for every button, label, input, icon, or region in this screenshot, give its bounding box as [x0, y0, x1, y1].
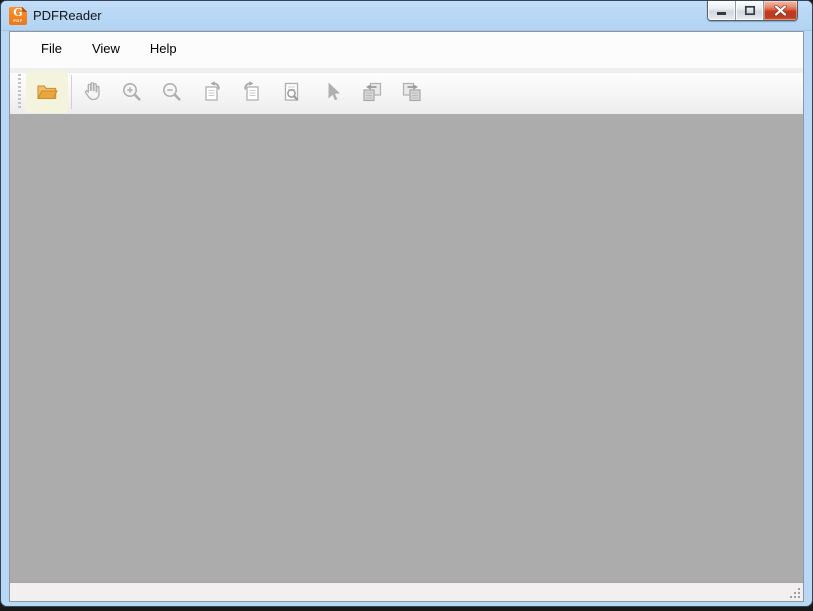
page-previous-icon	[360, 80, 384, 104]
toolbar	[10, 68, 803, 114]
document-viewport	[10, 114, 803, 582]
close-icon	[774, 5, 787, 16]
app-icon-fold-corner	[22, 6, 27, 12]
status-bar	[10, 582, 803, 601]
select-tool-button[interactable]	[313, 71, 351, 113]
page-next-icon	[400, 80, 424, 104]
minimize-icon	[716, 5, 727, 17]
zoom-out-button[interactable]	[153, 71, 191, 113]
toolbar-grip-handle[interactable]	[18, 74, 21, 110]
previous-page-button[interactable]	[353, 71, 391, 113]
menu-file[interactable]: File	[32, 37, 71, 60]
app-icon-pdf-label: PDF	[13, 18, 23, 23]
menu-bar: File View Help	[10, 32, 803, 68]
window-frame: File View Help	[1, 31, 812, 606]
window-controls	[707, 1, 798, 21]
rotate-page-right-icon	[240, 80, 264, 104]
client-area: File View Help	[9, 31, 804, 602]
menu-view[interactable]: View	[83, 37, 129, 60]
window-title: PDFReader	[33, 8, 102, 23]
menu-help[interactable]: Help	[141, 37, 186, 60]
pan-tool-button[interactable]	[73, 71, 111, 113]
resize-grip[interactable]	[790, 588, 801, 599]
close-button[interactable]	[764, 1, 797, 20]
cursor-arrow-icon	[320, 80, 344, 104]
rotate-page-left-button[interactable]	[193, 71, 231, 113]
zoom-out-icon	[160, 80, 184, 104]
title-bar[interactable]: G PDF PDFReader	[1, 1, 812, 31]
maximize-button[interactable]	[736, 1, 764, 20]
app-icon[interactable]: G PDF	[9, 6, 27, 25]
find-in-document-button[interactable]	[273, 71, 311, 113]
rotate-page-left-icon	[200, 80, 224, 104]
next-page-button[interactable]	[393, 71, 431, 113]
zoom-in-icon	[120, 80, 144, 104]
open-folder-icon	[35, 80, 59, 104]
rotate-page-right-button[interactable]	[233, 71, 271, 113]
zoom-in-button[interactable]	[113, 71, 151, 113]
search-document-icon	[280, 80, 304, 104]
pdfreader-window: G PDF PDFReader File View Help	[0, 0, 813, 607]
minimize-button[interactable]	[708, 1, 736, 20]
open-file-button[interactable]	[26, 71, 68, 113]
hand-icon	[80, 80, 104, 104]
maximize-icon	[744, 5, 756, 16]
toolbar-separator	[71, 75, 72, 109]
